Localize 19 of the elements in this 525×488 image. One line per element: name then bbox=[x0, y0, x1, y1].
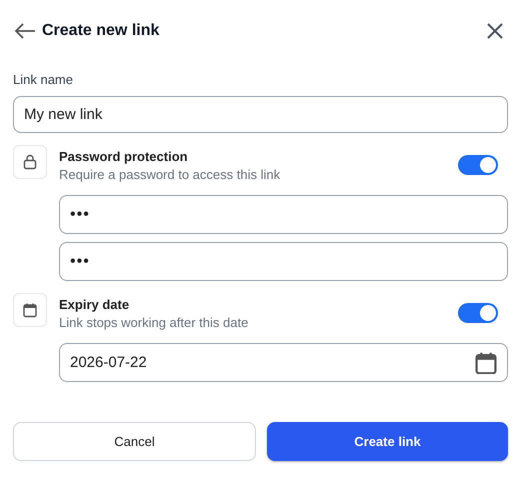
section-title: Password protection bbox=[59, 149, 189, 164]
calendar-icon[interactable] bbox=[475, 352, 497, 374]
date-field[interactable]: 2026-07-22 bbox=[59, 343, 508, 382]
close-icon[interactable] bbox=[486, 22, 504, 40]
section-description: Link stops working after this date bbox=[59, 315, 250, 330]
dialog-title: Create new link bbox=[42, 22, 160, 40]
create-button[interactable]: Create link bbox=[267, 422, 508, 461]
lock-icon bbox=[13, 145, 47, 179]
field-label: Link name bbox=[13, 72, 74, 87]
toggle-switch[interactable] bbox=[458, 303, 498, 323]
section-title: Expiry date bbox=[59, 297, 130, 312]
calendar-icon bbox=[13, 293, 47, 327]
toggle-switch[interactable] bbox=[458, 155, 498, 175]
back-arrow-icon[interactable] bbox=[14, 22, 36, 40]
password-field[interactable]: ••• bbox=[59, 195, 508, 234]
section-description: Require a password to access this link bbox=[59, 167, 282, 182]
link-name-field[interactable]: My new link bbox=[13, 96, 508, 133]
cancel-button[interactable]: Cancel bbox=[13, 422, 256, 461]
password-field[interactable]: ••• bbox=[59, 242, 508, 281]
